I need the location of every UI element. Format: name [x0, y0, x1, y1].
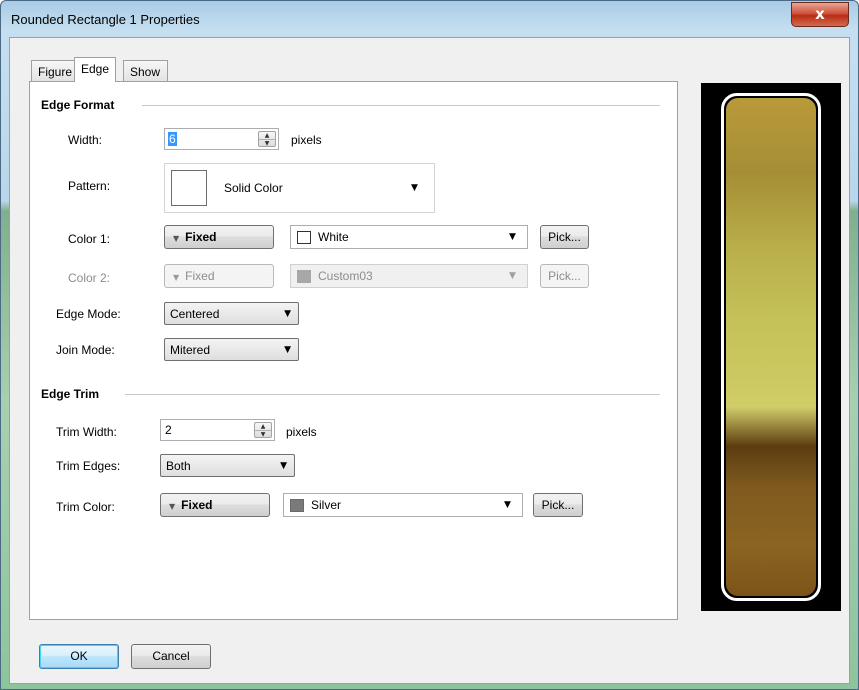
width-value[interactable]: 6: [168, 132, 177, 146]
chevron-down-icon: ▼: [411, 183, 418, 193]
trim-color-name: Silver: [311, 498, 342, 512]
edge-format-section-title: Edge Format: [41, 98, 115, 112]
chevron-down-icon: ▼: [504, 500, 511, 510]
color1-name: White: [318, 230, 349, 244]
title-bar[interactable]: Rounded Rectangle 1 Properties x: [1, 1, 858, 37]
preview-fill: [726, 98, 816, 596]
shape-preview: [701, 83, 841, 611]
color2-swatch: [297, 270, 311, 283]
triangle-down-icon: ▼: [173, 273, 180, 282]
join-mode-value: Mitered: [170, 343, 211, 357]
color1-select[interactable]: White ▼: [290, 225, 528, 249]
tab-edge[interactable]: Edge: [74, 57, 117, 82]
width-unit: pixels: [291, 133, 322, 147]
pattern-dropdown[interactable]: Solid Color ▼: [164, 163, 435, 213]
join-mode-select[interactable]: Mitered ▼: [164, 338, 299, 361]
triangle-down-icon: ▼: [173, 234, 180, 243]
properties-dialog: Rounded Rectangle 1 Properties x Figure …: [0, 0, 859, 690]
join-mode-label: Join Mode:: [56, 343, 115, 357]
edge-mode-select[interactable]: Centered ▼: [164, 302, 299, 325]
chevron-down-icon: ▼: [284, 345, 291, 355]
color2-pick-button[interactable]: Pick...: [540, 264, 589, 288]
trim-edges-select[interactable]: Both ▼: [160, 454, 295, 477]
trim-color-swatch: [290, 499, 304, 512]
cancel-button[interactable]: Cancel: [131, 644, 211, 669]
window-title: Rounded Rectangle 1 Properties: [11, 12, 200, 27]
tab-figure[interactable]: Figure: [31, 60, 80, 82]
close-button[interactable]: x: [791, 2, 849, 27]
section-divider: [125, 394, 660, 395]
trim-edges-value: Both: [166, 459, 191, 473]
edge-mode-value: Centered: [170, 307, 220, 321]
ok-button[interactable]: OK: [39, 644, 119, 669]
trim-color-mode: Fixed: [181, 498, 213, 512]
preview-rounded-rectangle: [721, 93, 821, 601]
trim-width-unit: pixels: [286, 425, 317, 439]
pattern-swatch: [171, 170, 207, 206]
color2-mode-button[interactable]: ▼ Fixed: [164, 264, 274, 288]
color2-label: Color 2:: [68, 271, 111, 285]
width-spinner[interactable]: 6 ▲ ▼: [164, 128, 279, 150]
trim-color-mode-button[interactable]: ▼ Fixed: [160, 493, 270, 517]
trim-color-label: Trim Color:: [56, 500, 115, 514]
edge-mode-label: Edge Mode:: [56, 307, 121, 321]
spin-updown-icon[interactable]: ▲ ▼: [254, 422, 272, 438]
edge-tab-panel: Edge Format Width: 6 ▲ ▼ pixels Pattern: …: [29, 81, 678, 620]
trim-width-spinner[interactable]: 2 ▲ ▼: [160, 419, 275, 441]
chevron-down-icon: ▼: [509, 271, 516, 281]
color2-select[interactable]: Custom03 ▼: [290, 264, 528, 288]
chevron-down-icon: ▼: [284, 309, 291, 319]
tab-show[interactable]: Show: [123, 60, 168, 82]
color1-pick-button[interactable]: Pick...: [540, 225, 589, 249]
trim-width-value[interactable]: 2: [165, 423, 172, 437]
trim-color-pick-button[interactable]: Pick...: [533, 493, 583, 517]
trim-edges-label: Trim Edges:: [56, 459, 121, 473]
spin-updown-icon[interactable]: ▲ ▼: [258, 131, 276, 147]
chevron-down-icon: ▼: [509, 232, 516, 242]
width-label: Width:: [68, 133, 103, 147]
edge-trim-section-title: Edge Trim: [41, 387, 100, 401]
color1-mode-button[interactable]: ▼ Fixed: [164, 225, 274, 249]
color1-mode: Fixed: [185, 230, 217, 244]
color2-mode: Fixed: [185, 269, 215, 283]
chevron-down-icon: ▼: [280, 461, 287, 471]
color2-name: Custom03: [318, 269, 373, 283]
trim-width-label: Trim Width:: [56, 425, 117, 439]
section-divider: [142, 105, 660, 106]
pattern-value: Solid Color: [224, 181, 283, 195]
trim-color-select[interactable]: Silver ▼: [283, 493, 523, 517]
close-icon[interactable]: x: [815, 5, 825, 23]
pattern-label: Pattern:: [68, 179, 111, 193]
color1-label: Color 1:: [68, 232, 111, 246]
color1-swatch: [297, 231, 311, 244]
triangle-down-icon: ▼: [169, 502, 176, 511]
